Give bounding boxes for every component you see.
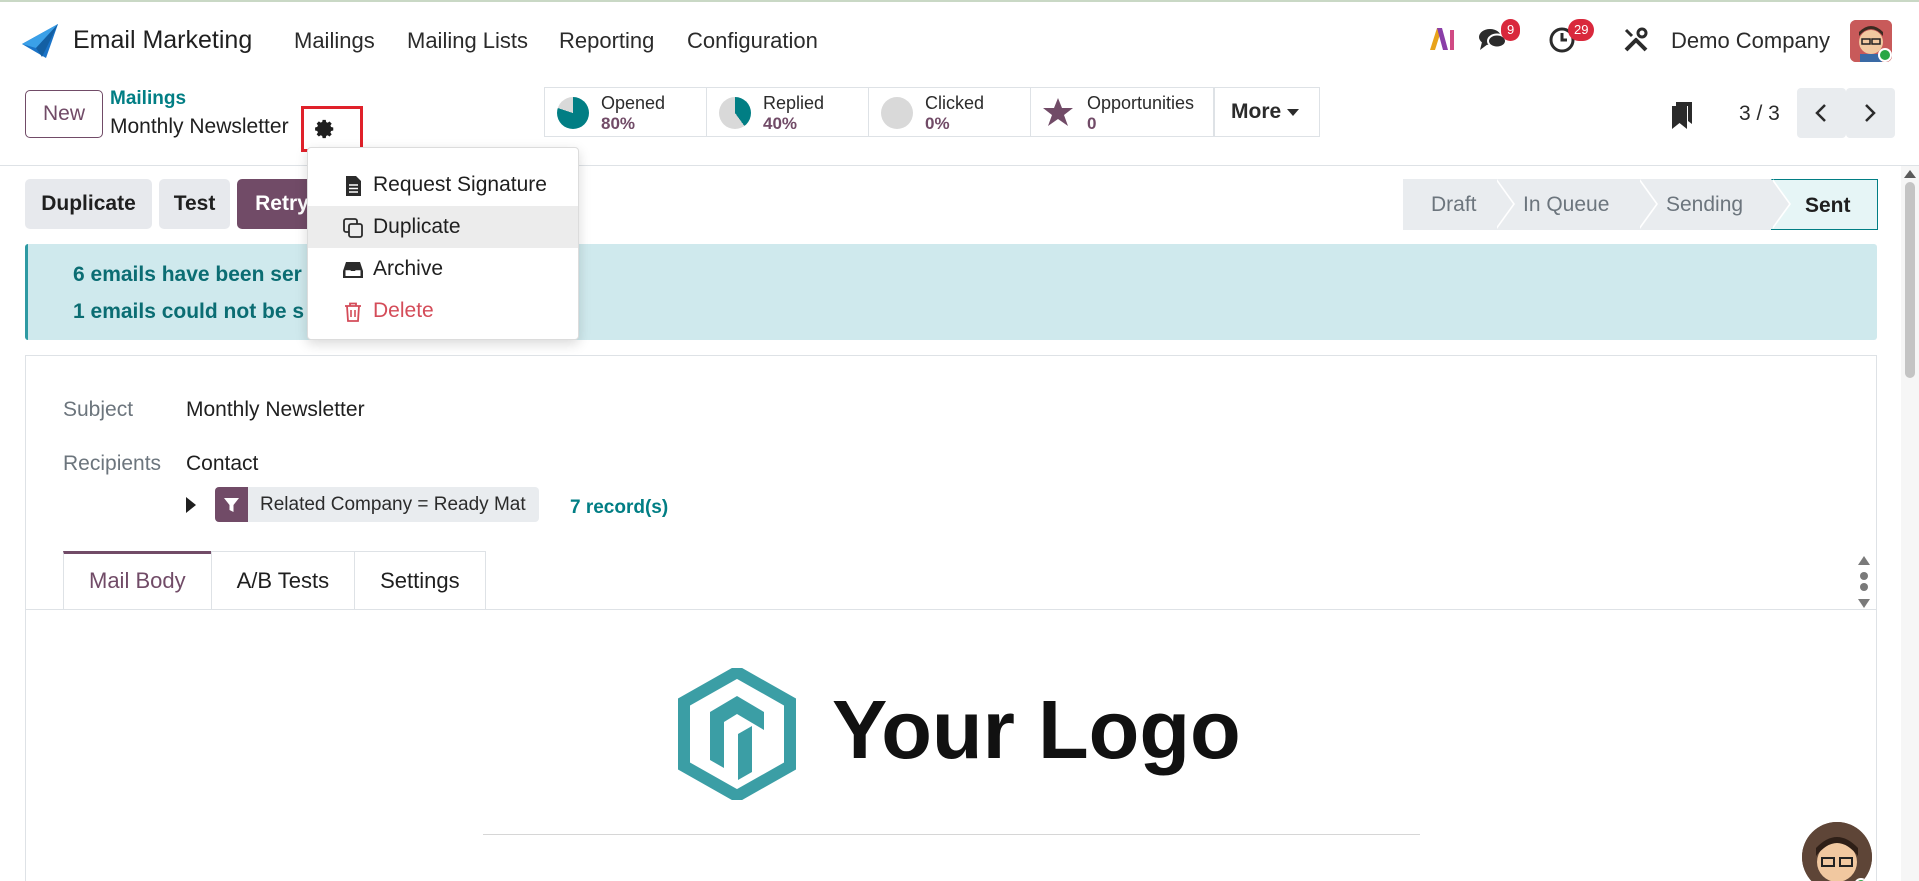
activities-badge: 29	[1568, 19, 1595, 41]
email-marketing-logo-icon[interactable]	[20, 22, 60, 60]
records-count-link[interactable]: 7 record(s)	[570, 497, 668, 519]
stage-in-queue-label: In Queue	[1523, 193, 1610, 216]
filter-icon	[215, 487, 248, 522]
bookmark-icon[interactable]	[1670, 100, 1694, 130]
gear-dropdown-menu: Request Signature Duplicate Archive Dele…	[307, 147, 579, 340]
messages-badge: 9	[1501, 19, 1521, 41]
stat-clicked-label: Clicked	[925, 93, 985, 113]
gear-icon[interactable]	[314, 118, 336, 140]
replied-pie-chart	[719, 97, 751, 129]
stage-sent-label: Sent	[1805, 194, 1851, 217]
stat-replied-value: 40%	[763, 114, 798, 133]
caret-down-icon	[1287, 108, 1300, 116]
file-text-icon	[346, 176, 361, 196]
nav-mailings[interactable]: Mailings	[294, 28, 375, 54]
stage-draft[interactable]: Draft	[1403, 179, 1515, 230]
send-status-alert: 6 emails have been ser 1 emails could no…	[25, 244, 1877, 340]
clicked-pie-chart	[881, 97, 913, 129]
ai-icon[interactable]	[1428, 26, 1456, 52]
tab-mail-body[interactable]: Mail Body	[63, 551, 212, 610]
control-panel: New Mailings Monthly Newsletter Opened 8…	[0, 78, 1919, 166]
stat-opportunities-label: Opportunities	[1087, 93, 1195, 113]
online-status-dot	[1878, 48, 1892, 62]
menu-delete[interactable]: Delete	[308, 290, 578, 332]
stat-opened[interactable]: Opened 80%	[544, 87, 707, 137]
recipients-label: Recipients	[63, 452, 162, 475]
menu-request-signature-label: Request Signature	[373, 173, 547, 196]
gear-highlight-box	[301, 106, 363, 152]
more-label: More	[1231, 100, 1282, 123]
new-button[interactable]: New	[25, 90, 103, 138]
tab-ab-tests[interactable]: A/B Tests	[210, 551, 356, 610]
editor-resize-handle-icon[interactable]	[1857, 556, 1871, 608]
nav-reporting[interactable]: Reporting	[559, 28, 654, 54]
pager-next-button[interactable]	[1846, 88, 1895, 138]
copy-icon	[343, 218, 363, 238]
menu-archive[interactable]: Archive	[308, 248, 578, 290]
stat-opened-value: 80%	[601, 114, 636, 133]
test-button[interactable]: Test	[159, 179, 230, 229]
alert-failed-line: 1 emails could not be s	[73, 300, 305, 323]
logo-text: Your Logo	[832, 683, 1241, 776]
opened-pie-chart	[557, 97, 589, 129]
stat-opportunities-value: 0	[1087, 114, 1097, 133]
pager-value[interactable]: 3 / 3	[1739, 102, 1780, 126]
tools-icon[interactable]	[1623, 27, 1649, 53]
chevron-left-icon	[1815, 104, 1826, 122]
expand-domain-icon[interactable]	[186, 497, 196, 513]
stat-replied[interactable]: Replied 40%	[706, 87, 869, 137]
notebook-tabs: Mail Body A/B Tests Settings	[63, 551, 486, 610]
subject-field[interactable]: Monthly Newsletter	[186, 398, 365, 422]
nav-configuration[interactable]: Configuration	[687, 28, 818, 54]
stat-replied-label: Replied	[763, 93, 825, 113]
domain-filter-chip[interactable]: Related Company = Ready Mat	[215, 487, 539, 522]
duplicate-button[interactable]: Duplicate	[25, 179, 152, 229]
chevron-right-icon	[1865, 104, 1876, 122]
stat-buttons: Opened 80% Replied 40% Clicked 0% Opport…	[544, 87, 1214, 137]
hexagon-logo-icon	[678, 668, 796, 800]
subject-label: Subject	[63, 398, 134, 421]
breadcrumb-mailings[interactable]: Mailings	[110, 88, 186, 110]
tabs-divider	[25, 609, 1877, 610]
recipients-model-field[interactable]: Contact	[186, 452, 258, 476]
status-bar: Draft In Queue Sending Sent	[1403, 179, 1878, 230]
alert-sent-line: 6 emails have been ser	[73, 263, 302, 286]
page-scrollbar-thumb[interactable]	[1905, 182, 1915, 378]
stat-clicked[interactable]: Clicked 0%	[868, 87, 1031, 137]
menu-request-signature[interactable]: Request Signature	[308, 164, 578, 206]
stat-opened-label: Opened	[601, 93, 666, 113]
archive-icon	[343, 262, 363, 278]
record-title: Monthly Newsletter	[110, 115, 289, 138]
tab-settings[interactable]: Settings	[354, 551, 486, 610]
stage-sending-label: Sending	[1666, 193, 1744, 216]
trash-icon	[345, 302, 361, 322]
pager-previous-button[interactable]	[1797, 88, 1846, 138]
stat-opportunities[interactable]: Opportunities 0	[1030, 87, 1214, 137]
stage-draft-label: Draft	[1431, 193, 1477, 216]
domain-rule-text: Related Company = Ready Mat	[260, 494, 526, 515]
form-sheet	[25, 355, 1877, 881]
menu-archive-label: Archive	[373, 257, 444, 280]
menu-delete-label: Delete	[373, 299, 434, 322]
scroll-up-arrow-icon[interactable]	[1904, 170, 1916, 178]
stat-clicked-value: 0%	[925, 114, 950, 133]
nav-mailing-lists[interactable]: Mailing Lists	[407, 28, 528, 54]
mail-body-divider	[483, 834, 1420, 835]
top-navbar: Email Marketing Mailings Mailing Lists R…	[0, 0, 1919, 78]
company-switcher[interactable]: Demo Company	[1671, 28, 1830, 54]
more-button[interactable]: More	[1214, 87, 1320, 137]
app-title[interactable]: Email Marketing	[73, 26, 252, 55]
star-icon	[1043, 98, 1073, 126]
menu-duplicate[interactable]: Duplicate	[308, 206, 578, 248]
stage-in-queue[interactable]: In Queue	[1495, 179, 1658, 230]
menu-duplicate-label: Duplicate	[373, 215, 461, 238]
